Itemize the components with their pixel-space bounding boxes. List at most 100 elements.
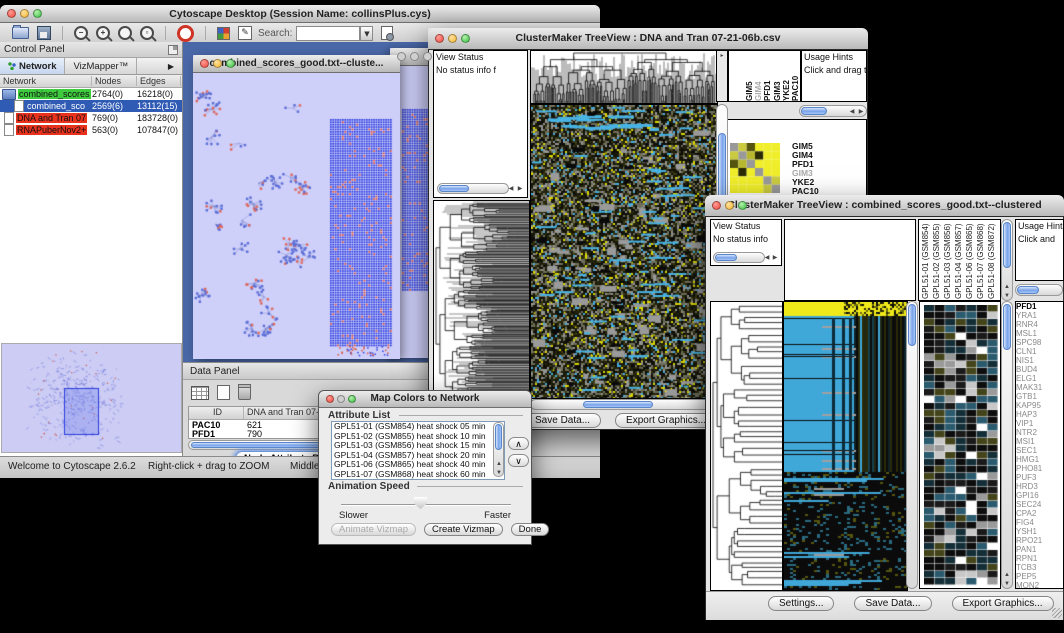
zoom-button[interactable] — [423, 52, 432, 61]
attribute-list-item[interactable]: GPL51-07 (GSM868) heat shock 60 min — [332, 470, 504, 480]
treeview2-action-button[interactable]: Export Graphics... — [952, 596, 1054, 611]
view-status-scrollbar[interactable] — [713, 252, 765, 263]
dialog-action-button[interactable]: Animate Vizmap — [331, 523, 416, 536]
treeview2-array-dendrogram[interactable] — [784, 219, 916, 301]
zoom-button[interactable] — [738, 201, 747, 210]
dialog-action-button[interactable]: Done — [511, 523, 550, 536]
move-down-button[interactable]: ∨ — [508, 454, 529, 467]
zoom-button[interactable] — [348, 395, 356, 403]
scroll-right-icon[interactable]: ▶ — [771, 254, 779, 262]
delete-attribute-icon[interactable] — [238, 386, 251, 400]
close-button[interactable] — [326, 395, 334, 403]
treeview2-gene-scrollbar[interactable]: ▲ ▼ — [1001, 301, 1013, 589]
scroll-left-icon[interactable]: ◀ — [507, 185, 515, 193]
animation-speed-slider-thumb[interactable] — [414, 497, 427, 509]
network-list-row[interactable]: combined_sco 2569(6) 13112(15) — [0, 100, 182, 112]
treeview2-heatmap-scrollbar[interactable] — [906, 301, 918, 589]
network-canvas[interactable] — [193, 73, 400, 359]
minimize-button[interactable] — [725, 201, 734, 210]
zoom-button[interactable] — [226, 59, 235, 68]
attribute-list[interactable]: GPL51-01 (GSM854) heat shock 05 minGPL51… — [331, 421, 505, 480]
float-panel-icon[interactable] — [168, 45, 178, 55]
treeview2-array-labels: GPL51-01 (GSM854)GPL51-02 (GSM855)GPL51-… — [918, 219, 1001, 301]
tab-vizmapper[interactable]: VizMapper™ — [65, 58, 137, 74]
scroll-up-icon[interactable]: ▲ — [1003, 571, 1011, 579]
gene-label: RPO21 — [1016, 536, 1063, 545]
zoom-button[interactable] — [461, 34, 470, 43]
minimize-button[interactable] — [337, 395, 345, 403]
network-list-row[interactable]: DNA and Tran 07 769(0) 183728(0) — [0, 112, 182, 124]
view-status-scrollbar[interactable] — [437, 183, 509, 194]
zoom-fit-icon[interactable]: ▫ — [140, 26, 154, 40]
treeview1-gene-dendrogram[interactable] — [433, 200, 530, 399]
close-button[interactable] — [712, 201, 721, 210]
save-session-icon[interactable] — [37, 26, 51, 40]
array-label: GPL51-06 (GSM865) — [965, 220, 976, 299]
scroll-left-icon[interactable]: ◀ — [848, 108, 856, 116]
treeview1-array-dendrogram[interactable] — [530, 50, 718, 104]
close-button[interactable] — [397, 52, 406, 61]
attribute-select-icon[interactable] — [191, 386, 209, 400]
gene-label: MSL1 — [1016, 329, 1063, 338]
control-panel-tabs: Network VizMapper™ ▶ — [0, 58, 182, 75]
minimize-button[interactable] — [20, 9, 29, 18]
network-list-row[interactable]: combined_scores 2764(0) 16218(0) — [0, 88, 182, 100]
treeview2-heatmap[interactable] — [783, 301, 908, 591]
tab-overflow-arrow-icon[interactable]: ▶ — [160, 58, 182, 74]
treeview2-zoom-heatmap[interactable] — [924, 305, 998, 587]
treeview1-array-scroll-strip[interactable]: ▸ — [716, 50, 728, 102]
treeview1-h-scrollbar[interactable] — [530, 399, 716, 410]
treeview1-heatmap[interactable] — [530, 104, 718, 399]
close-button[interactable] — [7, 9, 16, 18]
zoom-in-icon[interactable]: + — [96, 26, 110, 40]
treeview1-action-button[interactable]: Save Data... — [524, 413, 601, 428]
minimize-button[interactable] — [410, 52, 419, 61]
treeview2-action-button[interactable]: Save Data... — [854, 596, 931, 611]
usage-hints-scrollbar[interactable]: ◀ ▶ — [799, 105, 867, 117]
treeview1-action-button[interactable]: Export Graphics... — [615, 413, 717, 428]
new-attribute-icon[interactable] — [217, 385, 230, 400]
scroll-down-icon[interactable]: ▼ — [1003, 292, 1011, 300]
tab-network[interactable]: Network — [0, 58, 65, 74]
move-up-button[interactable]: ∧ — [508, 437, 529, 450]
network-overview-panel[interactable] — [1, 343, 182, 453]
vizmap-icon[interactable] — [217, 27, 230, 40]
scroll-right-icon[interactable]: ▶ — [857, 108, 865, 116]
usage-hints-scrollbar[interactable] — [1015, 284, 1063, 296]
minimize-button[interactable] — [448, 34, 457, 43]
main-titlebar[interactable]: Cytoscape Desktop (Session Name: collins… — [0, 5, 600, 23]
status-hint-zoom: Right-click + drag to ZOOM — [148, 461, 269, 472]
minimize-button[interactable] — [213, 59, 222, 68]
scroll-up-icon[interactable]: ▲ — [1003, 283, 1011, 291]
scroll-up-icon[interactable]: ▲ — [495, 460, 503, 468]
search-dropdown-icon[interactable]: ▼ — [360, 26, 373, 41]
treeview2-action-button[interactable]: Settings... — [768, 596, 834, 611]
scroll-left-icon[interactable]: ◀ — [763, 254, 771, 262]
scroll-down-icon[interactable]: ▼ — [1003, 580, 1011, 588]
gene-label: YSH1 — [1016, 527, 1063, 536]
slower-label: Slower — [339, 510, 368, 521]
help-icon[interactable] — [177, 25, 194, 42]
scroll-down-icon[interactable]: ▼ — [495, 469, 503, 477]
search-input[interactable] — [296, 26, 360, 41]
treeview1-summary-matrix[interactable] — [730, 143, 780, 193]
open-session-icon[interactable] — [12, 27, 29, 39]
close-button[interactable] — [435, 34, 444, 43]
treeview2-label-scrollbar[interactable]: ▲ ▼ — [1001, 219, 1013, 301]
network-list-row[interactable]: RNAPuberNov2+ 563(0) 107847(0) — [0, 124, 182, 136]
resize-grip-icon[interactable] — [1052, 608, 1062, 618]
annotation-icon[interactable]: ✎ — [238, 26, 252, 40]
array-label: GPL51-04 (GSM857) — [954, 220, 965, 299]
dialog-action-button[interactable]: Create Vizmap — [424, 523, 503, 536]
attribute-tool-icon[interactable] — [381, 26, 393, 40]
close-button[interactable] — [200, 59, 209, 68]
zoom-out-icon[interactable]: − — [74, 26, 88, 40]
zoom-button[interactable] — [33, 9, 42, 18]
data-panel-title: Data Panel — [190, 366, 239, 377]
network-type-icon — [2, 89, 16, 100]
zoom-selected-icon[interactable] — [118, 26, 132, 40]
treeview2-gene-dendrogram[interactable] — [710, 301, 783, 591]
gene-label: HRD3 — [1016, 482, 1063, 491]
scroll-right-icon[interactable]: ▶ — [516, 185, 524, 193]
attribute-list-scrollbar[interactable]: ▲ ▼ — [493, 422, 504, 477]
